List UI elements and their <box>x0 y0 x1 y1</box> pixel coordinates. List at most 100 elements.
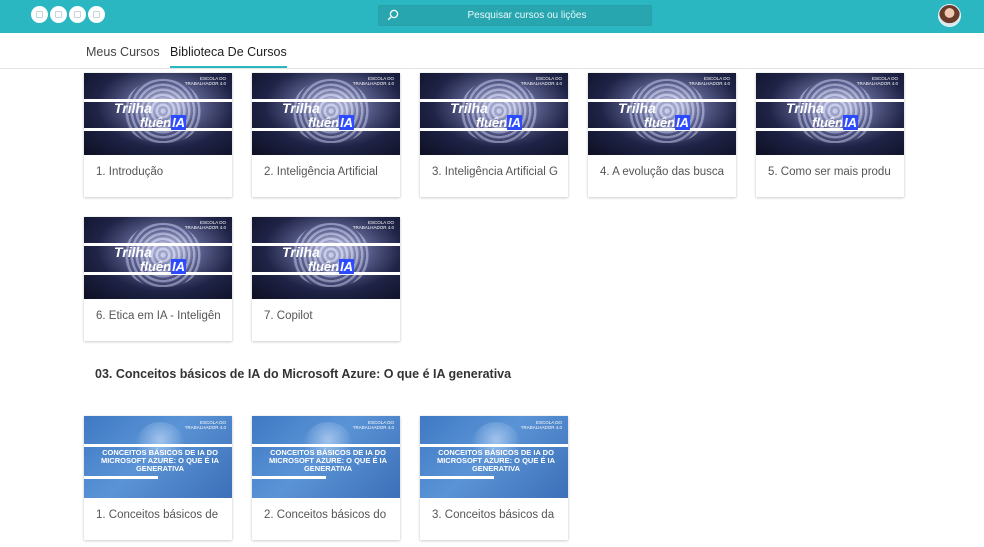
lesson-thumbnail: ESCOLA DO TRABALHADOR 4.0 Trilha fluênIA <box>84 73 232 155</box>
lesson-card[interactable]: ESCOLA DO TRABALHADOR 4.0 Trilha fluênIA… <box>420 73 568 197</box>
thumbnail-title: CONCEITOS BÁSICOS DE IA DO MICROSOFT AZU… <box>100 448 220 473</box>
thumbnail-title-line1: Trilha <box>114 244 152 260</box>
thumbnail-stripe <box>252 476 326 479</box>
thumbnail-title-line2: fluênIA <box>308 259 355 274</box>
lesson-thumbnail: ESCOLA DO TRABALHADOR 4.0 Trilha fluênIA <box>420 73 568 155</box>
thumbnail-stripe <box>420 99 568 102</box>
thumbnail-stripe <box>252 243 400 246</box>
thumbnail-stripe <box>756 99 904 102</box>
lesson-title: 1. Conceitos básicos de <box>96 509 219 521</box>
school-logo: ESCOLA DO TRABALHADOR 4.0 <box>688 76 730 86</box>
lesson-thumbnail: ESCOLA DO TRABALHADOR 4.0 Trilha fluênIA <box>84 217 232 299</box>
search-input[interactable] <box>405 6 649 25</box>
thumbnail-title-line1: Trilha <box>786 100 824 116</box>
top-bar <box>0 0 984 33</box>
lesson-title: 7. Copilot <box>264 310 313 322</box>
thumbnail-title-line1: Trilha <box>450 100 488 116</box>
lesson-title: 5. Como ser mais produ <box>768 166 891 178</box>
lesson-card[interactable]: ESCOLA DO TRABALHADOR 4.0 Trilha fluênIA… <box>84 73 232 197</box>
lesson-title: 3. Conceitos básicos da <box>432 509 555 521</box>
lesson-card[interactable]: ESCOLA DO TRABALHADOR 4.0 CONCEITOS BÁSI… <box>420 416 568 540</box>
thumbnail-title-prefix: fluên <box>140 115 172 130</box>
lesson-thumbnail: ESCOLA DO TRABALHADOR 4.0 CONCEITOS BÁSI… <box>84 416 232 498</box>
thumbnail-title-highlight: IA <box>339 115 355 130</box>
lesson-title: 6. Ética em IA - Inteligên <box>96 310 221 322</box>
lesson-card[interactable]: ESCOLA DO TRABALHADOR 4.0 Trilha fluênIA… <box>756 73 904 197</box>
thumbnail-title-highlight: IA <box>507 115 523 130</box>
lesson-card[interactable]: ESCOLA DO TRABALHADOR 4.0 Trilha fluênIA… <box>252 73 400 197</box>
search-box <box>378 5 652 26</box>
thumbnail-stripe <box>84 444 232 447</box>
school-logo: ESCOLA DO TRABALHADOR 4.0 <box>520 76 562 86</box>
thumbnail-stripe <box>420 444 568 447</box>
thumbnail-title-line1: Trilha <box>282 100 320 116</box>
lesson-thumbnail: ESCOLA DO TRABALHADOR 4.0 CONCEITOS BÁSI… <box>420 416 568 498</box>
thumbnail-title-prefix: fluên <box>140 259 172 274</box>
school-logo: ESCOLA DO TRABALHADOR 4.0 <box>352 220 394 230</box>
notes-icon <box>93 11 100 18</box>
thumbnail-stripe <box>252 99 400 102</box>
thumbnail-stripe <box>84 476 158 479</box>
tab-bar: Meus Cursos Biblioteca De Cursos <box>0 33 984 69</box>
thumbnail-title: CONCEITOS BÁSICOS DE IA DO MICROSOFT AZU… <box>436 448 556 473</box>
document-button[interactable] <box>69 6 86 23</box>
school-logo: ESCOLA DO TRABALHADOR 4.0 <box>184 76 226 86</box>
thumbnail-title-line2: fluênIA <box>308 115 355 130</box>
user-avatar[interactable] <box>938 4 961 27</box>
lesson-card[interactable]: ESCOLA DO TRABALHADOR 4.0 CONCEITOS BÁSI… <box>84 416 232 540</box>
thumbnail-title-line1: Trilha <box>114 100 152 116</box>
thumbnail-title-line2: fluênIA <box>644 115 691 130</box>
thumbnail-stripe <box>588 99 736 102</box>
school-logo: ESCOLA DO TRABALHADOR 4.0 <box>856 76 898 86</box>
lesson-card[interactable]: ESCOLA DO TRABALHADOR 4.0 Trilha fluênIA… <box>84 217 232 341</box>
lesson-thumbnail: ESCOLA DO TRABALHADOR 4.0 Trilha fluênIA <box>252 73 400 155</box>
thumbnail-stripe <box>252 444 400 447</box>
lesson-title: 2. Inteligência Artificial <box>264 166 378 178</box>
thumbnail-title-line1: Trilha <box>282 244 320 260</box>
thumbnail-title-line2: fluênIA <box>140 115 187 130</box>
thumbnail-stripe <box>84 243 232 246</box>
thumbnail-title-highlight: IA <box>339 259 355 274</box>
thumbnail-title-line2: fluênIA <box>140 259 187 274</box>
thumbnail-title-highlight: IA <box>675 115 691 130</box>
thumbnail-title: CONCEITOS BÁSICOS DE IA DO MICROSOFT AZU… <box>268 448 388 473</box>
document-icon <box>74 11 81 18</box>
thumbnail-title-prefix: fluên <box>476 115 508 130</box>
app-launcher-button[interactable] <box>31 6 48 23</box>
section-title: 03. Conceitos básicos de IA do Microsoft… <box>95 367 512 381</box>
thumbnail-title-line2: fluênIA <box>812 115 859 130</box>
search-icon <box>387 9 399 21</box>
lesson-title: 4. A evolução das busca <box>600 166 725 178</box>
school-logo: ESCOLA DO TRABALHADOR 4.0 <box>520 420 562 430</box>
tab-meus-cursos[interactable]: Meus Cursos <box>86 45 160 59</box>
lesson-title: 3. Inteligência Artificial G <box>432 166 558 178</box>
apps-button[interactable] <box>50 6 67 23</box>
thumbnail-title-prefix: fluên <box>308 259 340 274</box>
thumbnail-title-prefix: fluên <box>308 115 340 130</box>
school-logo: ESCOLA DO TRABALHADOR 4.0 <box>352 76 394 86</box>
thumbnail-title-line1: Trilha <box>618 100 656 116</box>
grid-icon <box>55 11 62 18</box>
thumbnail-title-line2: fluênIA <box>476 115 523 130</box>
thumbnail-title-prefix: fluên <box>644 115 676 130</box>
lesson-thumbnail: ESCOLA DO TRABALHADOR 4.0 Trilha fluênIA <box>756 73 904 155</box>
tab-biblioteca-de-cursos[interactable]: Biblioteca De Cursos <box>170 45 287 68</box>
lesson-title: 2. Conceitos básicos do <box>264 509 387 521</box>
lesson-title: 1. Introdução <box>96 166 164 178</box>
school-logo: ESCOLA DO TRABALHADOR 4.0 <box>184 220 226 230</box>
lesson-card[interactable]: ESCOLA DO TRABALHADOR 4.0 CONCEITOS BÁSI… <box>252 416 400 540</box>
lesson-card[interactable]: ESCOLA DO TRABALHADOR 4.0 Trilha fluênIA… <box>588 73 736 197</box>
lesson-thumbnail: ESCOLA DO TRABALHADOR 4.0 CONCEITOS BÁSI… <box>252 416 400 498</box>
lesson-card[interactable]: ESCOLA DO TRABALHADOR 4.0 Trilha fluênIA… <box>252 217 400 341</box>
thumbnail-title-prefix: fluên <box>812 115 844 130</box>
lesson-thumbnail: ESCOLA DO TRABALHADOR 4.0 Trilha fluênIA <box>588 73 736 155</box>
app-icon <box>36 11 43 18</box>
notes-button[interactable] <box>88 6 105 23</box>
thumbnail-title-highlight: IA <box>843 115 859 130</box>
thumbnail-title-highlight: IA <box>171 259 187 274</box>
thumbnail-title-highlight: IA <box>171 115 187 130</box>
thumbnail-stripe <box>84 99 232 102</box>
lesson-thumbnail: ESCOLA DO TRABALHADOR 4.0 Trilha fluênIA <box>252 217 400 299</box>
thumbnail-stripe <box>420 476 494 479</box>
school-logo: ESCOLA DO TRABALHADOR 4.0 <box>352 420 394 430</box>
